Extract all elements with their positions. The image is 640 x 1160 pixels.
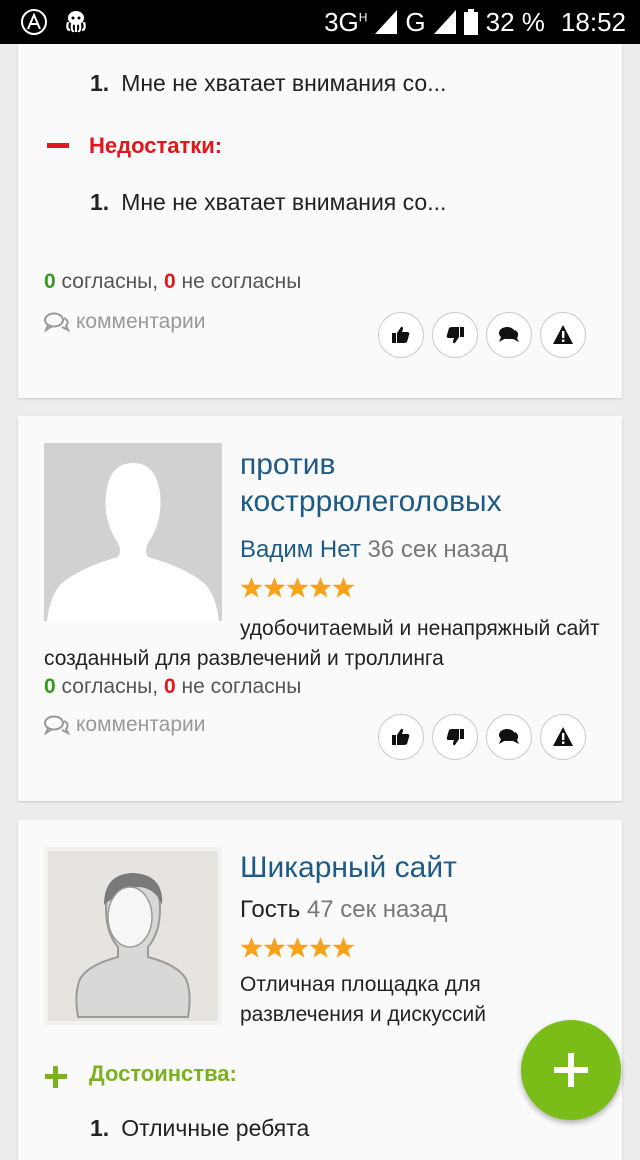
add-review-button[interactable] — [521, 1020, 621, 1120]
user-silhouette-icon — [44, 443, 222, 621]
dislike-button[interactable] — [432, 714, 478, 760]
comments-icon — [44, 715, 70, 735]
review-card-3: Шикарный сайт Гость 47 сек назад Отлична… — [18, 820, 622, 1160]
pros-item: 1. Мне не хватает внимания со... — [90, 70, 447, 96]
comment-bubbles-icon — [499, 729, 519, 744]
thumbs-up-icon — [392, 728, 410, 745]
star-icon — [309, 576, 332, 598]
star-icon — [332, 576, 355, 598]
comments-link[interactable]: комментарии — [44, 713, 205, 737]
review-time: 36 сек назад — [367, 536, 509, 563]
plus-icon — [45, 1066, 67, 1088]
action-buttons — [378, 714, 586, 760]
battery-level: 32 % — [485, 6, 545, 37]
comment-button[interactable] — [486, 714, 532, 760]
app-a-icon — [21, 9, 47, 35]
star-icon — [309, 936, 332, 958]
star-icon — [332, 936, 355, 958]
report-button[interactable] — [540, 714, 586, 760]
warning-icon — [553, 727, 573, 746]
comments-link[interactable]: комментарии — [44, 310, 205, 334]
octopus-icon — [66, 11, 86, 33]
network-type-2: G — [405, 6, 426, 37]
guest-user-icon — [48, 851, 218, 1021]
cons-item: 1. Мне не хватает внимания со... — [90, 189, 447, 215]
star-icon — [286, 936, 309, 958]
review-title[interactable]: Шикарный сайт — [240, 849, 457, 886]
action-buttons — [378, 312, 586, 358]
agree-stats: 0 согласны, 0 не согласны — [44, 270, 302, 293]
like-button[interactable] — [378, 714, 424, 760]
minus-icon — [47, 143, 69, 148]
thumbs-up-icon — [392, 326, 410, 343]
star-icon — [263, 576, 286, 598]
star-icon — [286, 576, 309, 598]
review-time: 47 сек назад — [306, 896, 448, 923]
star-icon — [240, 576, 263, 598]
report-button[interactable] — [540, 312, 586, 358]
star-icon — [263, 936, 286, 958]
review-title[interactable]: против костррюлеголовых — [240, 446, 600, 520]
battery-icon — [463, 9, 478, 35]
author-name: Гость — [240, 896, 301, 923]
cons-title: Недостатки: — [89, 133, 223, 158]
author-name[interactable]: Вадим Нет — [240, 536, 361, 563]
status-bar: 3GH G 32 % 18:52 — [0, 0, 640, 44]
comment-bubbles-icon — [499, 327, 519, 342]
signal-icon-2 — [433, 10, 456, 34]
author-line: Вадим Нет 36 сек назад — [240, 536, 508, 564]
review-card-2: против костррюлеголовых Вадим Нет 36 сек… — [18, 416, 622, 801]
thumbs-down-icon — [446, 327, 464, 344]
dislike-button[interactable] — [432, 312, 478, 358]
comments-icon — [44, 312, 70, 332]
signal-icon — [375, 10, 398, 34]
pros-title: Достоинства: — [89, 1061, 237, 1086]
review-card-1: 1. Мне не хватает внимания со... Недостат… — [18, 44, 622, 398]
like-button[interactable] — [378, 312, 424, 358]
author-line: Гость 47 сек назад — [240, 896, 447, 924]
warning-icon — [553, 325, 573, 344]
rating-stars — [240, 576, 355, 599]
agree-stats: 0 согласны, 0 не согласны — [44, 675, 302, 698]
comment-button[interactable] — [486, 312, 532, 358]
avatar-guest — [44, 847, 222, 1025]
thumbs-down-icon — [446, 729, 464, 746]
review-text: удобочитаемый и ненапряжный сайт созданн… — [44, 617, 600, 670]
review-text: Отличная площадка для развлечения и диск… — [240, 973, 487, 1026]
network-type: 3GH — [324, 6, 368, 37]
rating-stars — [240, 936, 355, 959]
star-icon — [240, 936, 263, 958]
plus-icon — [554, 1053, 588, 1087]
avatar-silhouette — [44, 443, 222, 621]
clock: 18:52 — [560, 6, 626, 37]
